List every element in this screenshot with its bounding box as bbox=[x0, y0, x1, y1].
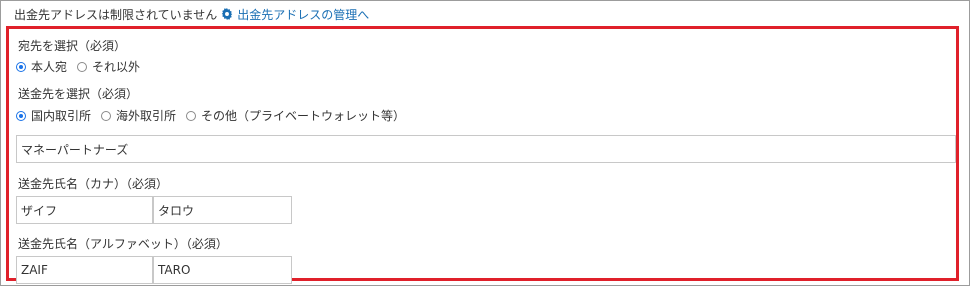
alpha-first-name-input[interactable]: TARO bbox=[153, 256, 292, 284]
alpha-name-label: 送金先氏名（アルファベット）（必須） bbox=[18, 237, 228, 251]
gear-icon bbox=[222, 8, 233, 20]
alpha-last-name-input[interactable]: ZAIF bbox=[16, 256, 153, 284]
destination-label: 送金先を選択（必須） bbox=[18, 87, 139, 101]
kana-first-name-value: タロウ bbox=[158, 203, 195, 218]
kana-last-name-value: ザイフ bbox=[21, 203, 58, 218]
radio-other-wallet[interactable]: その他（プライベートウォレット等） bbox=[186, 107, 405, 124]
kana-first-name-input[interactable]: タロウ bbox=[153, 196, 292, 224]
address-restriction-bar: 出金先アドレスは制限されていません 出金先アドレスの管理へ bbox=[14, 6, 369, 22]
radio-overseas-label: 海外取引所 bbox=[116, 109, 177, 123]
withdrawal-form: 宛先を選択（必須） 本人宛 それ以外 送金先を選択（必須） 国内取引所 海外取引… bbox=[6, 26, 959, 284]
radio-self-label: 本人宛 bbox=[31, 60, 68, 74]
radio-other[interactable]: それ以外 bbox=[77, 58, 140, 75]
radio-domestic-indicator bbox=[16, 110, 26, 121]
manage-address-link[interactable]: 出金先アドレスの管理へ bbox=[221, 6, 369, 23]
recipient-radio-group: 本人宛 それ以外 bbox=[16, 58, 150, 75]
radio-self[interactable]: 本人宛 bbox=[16, 58, 67, 75]
manage-address-link-label: 出金先アドレスの管理へ bbox=[237, 7, 370, 22]
radio-other-wallet-indicator bbox=[186, 110, 197, 121]
exchange-name-input[interactable]: マネーパートナーズ bbox=[16, 135, 956, 163]
kana-name-label: 送金先氏名（カナ）（必須） bbox=[18, 177, 169, 191]
destination-radio-group: 国内取引所 海外取引所 その他（プライベートウォレット等） bbox=[16, 107, 415, 124]
kana-last-name-input[interactable]: ザイフ bbox=[16, 196, 153, 224]
radio-overseas-indicator bbox=[101, 110, 112, 121]
withdrawal-panel: 出金先アドレスは制限されていません 出金先アドレスの管理へ 宛先を選択（必須） … bbox=[0, 0, 970, 286]
radio-domestic-label: 国内取引所 bbox=[31, 109, 92, 123]
exchange-name-value: マネーパートナーズ bbox=[21, 142, 129, 157]
radio-other-indicator bbox=[77, 61, 88, 72]
radio-self-indicator bbox=[16, 61, 26, 72]
recipient-label: 宛先を選択（必須） bbox=[18, 39, 127, 53]
radio-other-wallet-label: その他（プライベートウォレット等） bbox=[201, 109, 406, 123]
radio-domestic-exchange[interactable]: 国内取引所 bbox=[16, 107, 91, 124]
radio-overseas-exchange[interactable]: 海外取引所 bbox=[101, 107, 176, 124]
alpha-first-name-value: TARO bbox=[158, 263, 191, 277]
radio-other-label: それ以外 bbox=[92, 60, 141, 74]
alpha-last-name-value: ZAIF bbox=[21, 263, 48, 277]
restriction-notice: 出金先アドレスは制限されていません bbox=[14, 7, 218, 22]
